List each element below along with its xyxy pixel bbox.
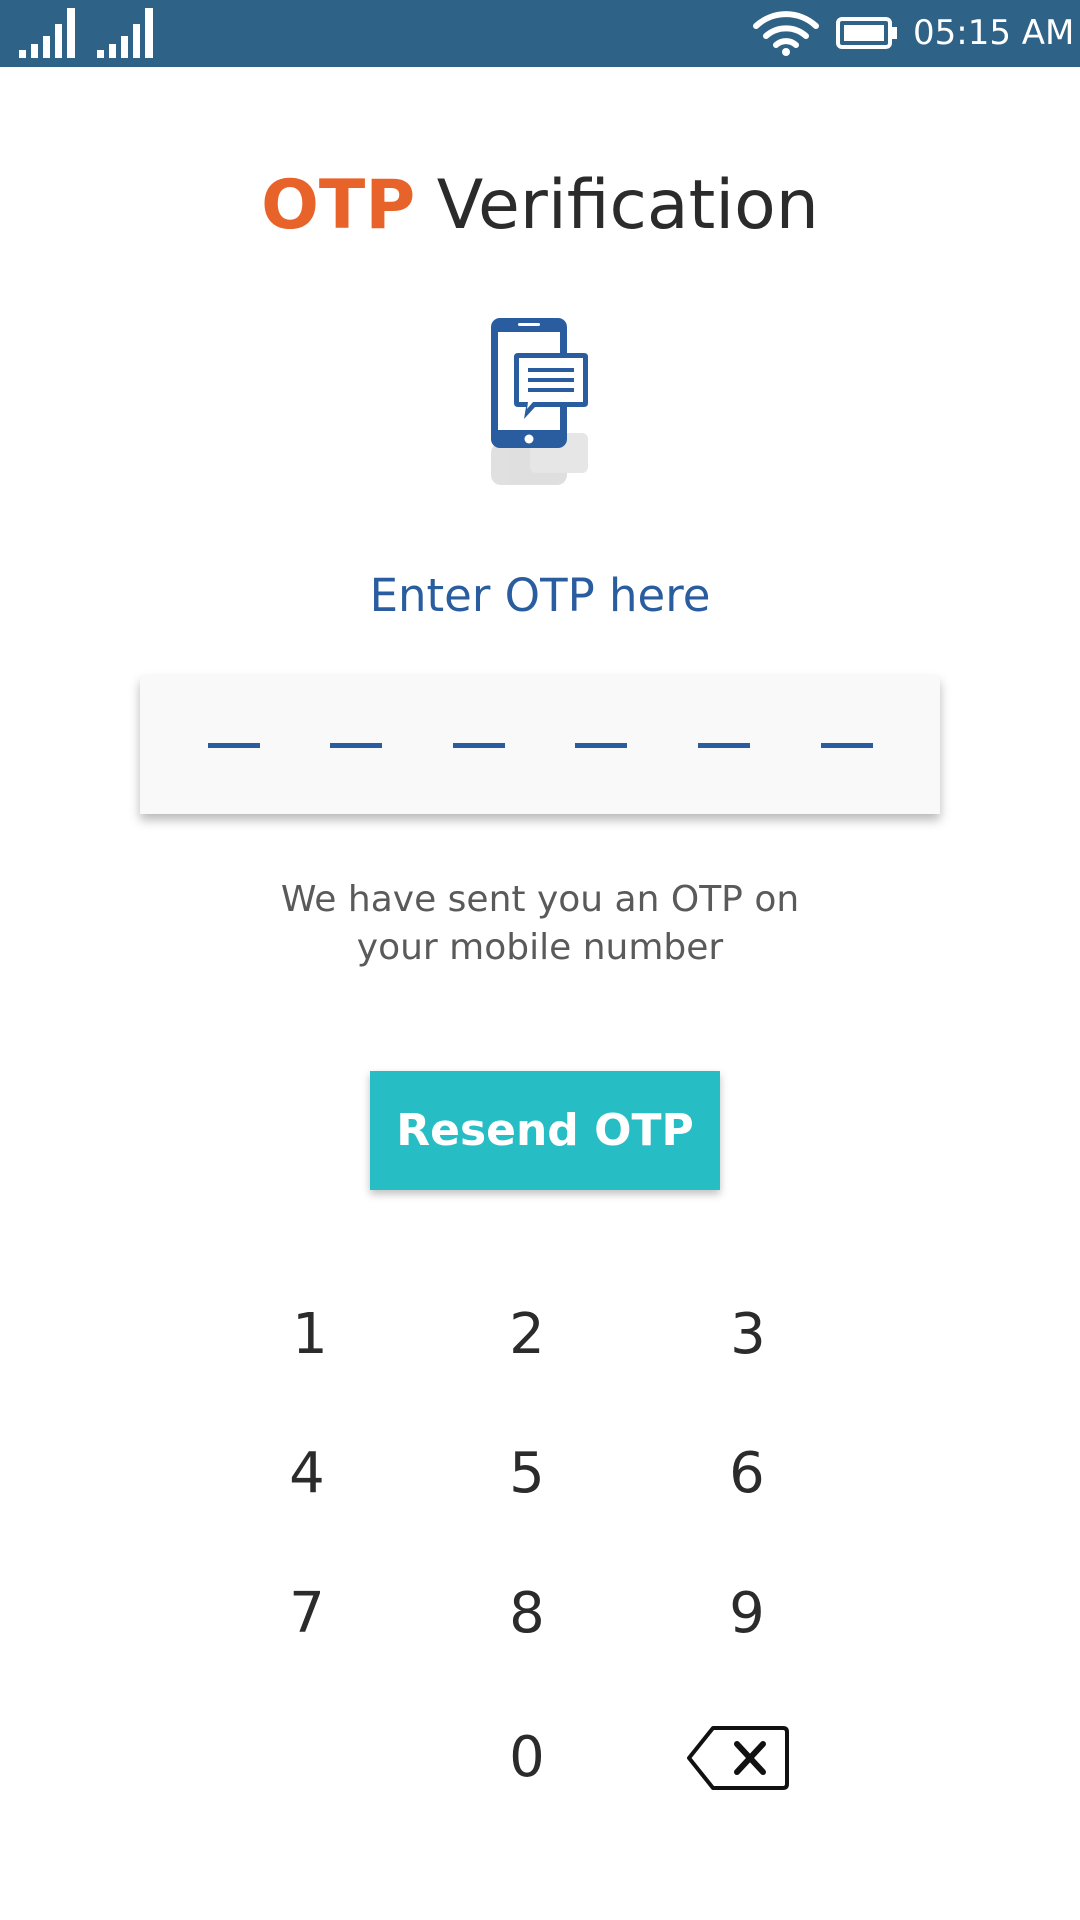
title-accent: OTP [261,166,416,245]
key-4[interactable]: 4 [237,1424,377,1524]
otp-digit-slot[interactable] [330,743,382,748]
signal-icon [19,8,75,58]
key-0[interactable]: 0 [457,1708,597,1808]
key-8[interactable]: 8 [457,1564,597,1664]
key-1[interactable]: 1 [240,1285,380,1385]
resend-otp-button[interactable]: Resend OTP [370,1071,720,1190]
key-9[interactable]: 9 [677,1564,817,1664]
key-7[interactable]: 7 [237,1564,377,1664]
otp-digit-slot[interactable] [208,743,260,748]
otp-input[interactable] [140,676,940,814]
backspace-icon[interactable] [683,1720,793,1796]
otp-verification-screen: 05:15 AM OTP Verification Enter OTP here [0,0,1080,1920]
otp-digit-slot[interactable] [575,743,627,748]
otp-sent-line-2: your mobile number [356,927,724,968]
page-title: OTP Verification [0,162,1080,250]
otp-digit-slot[interactable] [453,743,505,748]
otp-sent-line-1: We have sent you an OTP on [280,879,800,920]
otp-prompt: Enter OTP here [369,569,711,622]
phone-message-icon [491,318,588,485]
otp-sent-message: We have sent you an OTP on your mobile n… [0,876,1080,972]
otp-digit-slot[interactable] [698,743,750,748]
wifi-icon [753,11,819,56]
key-3[interactable]: 3 [678,1285,818,1385]
signal-icon [97,8,153,58]
otp-digit-slot[interactable] [821,743,873,748]
battery-icon [836,17,897,49]
key-6[interactable]: 6 [677,1424,817,1524]
key-2[interactable]: 2 [457,1285,597,1385]
status-time: 05:15 AM [913,13,1075,53]
status-bar: 05:15 AM [0,0,1080,67]
key-5[interactable]: 5 [457,1424,597,1524]
title-text: Verification [436,166,819,245]
